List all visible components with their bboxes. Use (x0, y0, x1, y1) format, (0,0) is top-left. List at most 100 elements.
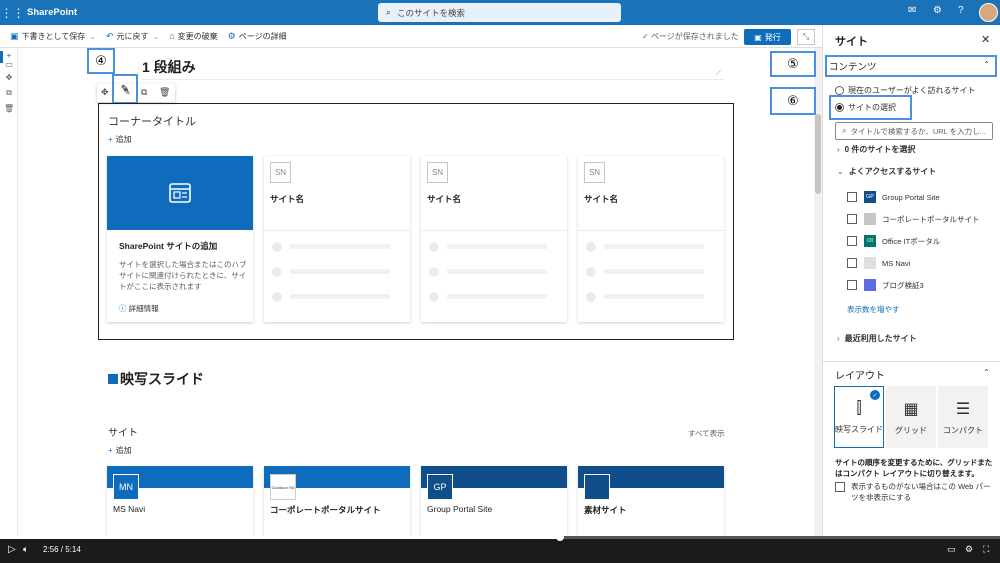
grid-icon: ▦ (903, 400, 919, 418)
corner-title[interactable]: コーナータイトル (108, 113, 196, 129)
publish-icon: ▣ (754, 32, 762, 42)
page-details-label: ページの詳細 (238, 31, 287, 41)
gear-icon[interactable]: ⚙ (933, 5, 942, 16)
left-toolbar: + ▭ ✥ ⧉ 🗑 (0, 48, 18, 538)
slide-site-card[interactable]: Goodsun HD コーポレートポータルサイト (264, 466, 410, 538)
more-info-label: 詳細情報 (128, 304, 159, 313)
volume-icon[interactable]: 🔈︎ (23, 544, 28, 555)
selected-sites-group[interactable]: › 0 件のサイトを選択 (837, 144, 915, 155)
site-checkbox[interactable] (847, 258, 857, 268)
filmstrip-icon: ⫿ (856, 399, 862, 417)
hide-checkbox[interactable] (835, 482, 845, 492)
show-more-link[interactable]: 表示数を増やす (847, 304, 900, 315)
canvas-scrollbar[interactable] (814, 48, 822, 538)
duplicate-icon[interactable]: ⧉ (141, 87, 147, 98)
site-badge: MN (113, 474, 139, 500)
plus-icon: + (108, 135, 113, 144)
scroll-thumb[interactable] (815, 114, 821, 194)
see-all-link[interactable]: すべて表示 (688, 428, 725, 439)
selected-count: 0 件のサイトを選択 (844, 145, 916, 154)
layout-grid-option[interactable]: ▦ グリッド (886, 386, 936, 448)
video-progress[interactable] (0, 533, 1000, 541)
publish-button[interactable]: ▣ 発行 (744, 29, 791, 45)
move-icon[interactable]: ✥ (4, 73, 14, 83)
site-option-label: MS Navi (882, 258, 911, 268)
add-label: 追加 (115, 135, 132, 144)
site-logo: Goodsun HD (270, 474, 296, 500)
resize-handle-icon[interactable]: ⟋ (716, 70, 721, 78)
saved-status: ✓ ページが保存されました (642, 32, 739, 41)
slide-site-card[interactable]: 素材サイト (578, 466, 724, 538)
video-progress-knob[interactable] (556, 533, 564, 541)
add-site-link[interactable]: + 追加 (108, 134, 132, 145)
site-option[interactable]: GP Group Portal Site (847, 191, 940, 203)
layout-compact-option[interactable]: ☰ コンパクト (938, 386, 988, 448)
site-checkbox[interactable] (847, 280, 857, 290)
site-checkbox[interactable] (847, 192, 857, 202)
site-option[interactable]: コーポレートポータルサイト (847, 213, 980, 225)
heading-square-icon (108, 374, 118, 384)
app-name[interactable]: SharePoint (27, 7, 77, 18)
page-details-button[interactable]: ⚙ ページの詳細 (228, 31, 287, 42)
site-search-input[interactable]: ⌕ タイトルで検索するか、URL を入力し... (835, 122, 993, 140)
waffle-icon[interactable]: ⋮⋮ (0, 0, 25, 25)
site-badge (584, 474, 610, 500)
avatar[interactable] (979, 3, 998, 22)
help-icon[interactable]: ? (958, 5, 964, 16)
slide-site-name: Group Portal Site (427, 504, 493, 514)
close-icon[interactable]: ✕ (981, 33, 990, 46)
site-badge: GP (427, 474, 453, 500)
settings-icon[interactable]: ⚙ (965, 544, 973, 555)
fullscreen-icon[interactable]: ⛶ (983, 544, 989, 555)
site-option[interactable]: MS Navi (847, 257, 910, 269)
card-divider (264, 230, 410, 231)
placeholder-site-card: SN サイト名 (421, 156, 567, 322)
captions-icon[interactable]: ▭ (947, 544, 956, 555)
search-box[interactable]: ⌕ このサイトを検索 (378, 3, 621, 22)
placeholder-row (586, 291, 704, 302)
site-search-placeholder: タイトルで検索するか、URL を入力し... (850, 126, 986, 136)
comment-icon[interactable]: ▭ (4, 60, 14, 70)
layout-option-label: 映写スライド (835, 424, 883, 434)
chevron-up-icon[interactable]: ⌃ (983, 368, 990, 377)
recent-sites-group[interactable]: › 最近利用したサイト (837, 333, 917, 344)
discard-button[interactable]: ⌂ 変更の破棄 (169, 31, 217, 42)
page-title[interactable]: 1 段組み (142, 57, 196, 77)
save-draft-button[interactable]: ▣ 下書きとして保存 ⌄ (10, 31, 96, 42)
callout-4: ④ (87, 48, 115, 74)
current-time: 2:56 (43, 545, 59, 554)
filmstrip-heading[interactable]: 映写スライド (108, 369, 204, 389)
megaphone-icon[interactable]: ✉ (908, 5, 916, 16)
content-section-header[interactable]: コンテンツ ⌃ (825, 55, 997, 77)
slide-site-card[interactable]: MN MS Navi (107, 466, 253, 538)
collapse-icon[interactable]: ⤡ (797, 29, 815, 45)
delete-icon[interactable]: 🗑 (159, 87, 170, 98)
delete-icon[interactable]: 🗑 (4, 104, 14, 114)
site-option[interactable]: OI Office ITポータル (847, 235, 940, 247)
layout-section-header[interactable]: レイアウト (835, 367, 885, 382)
undo-button[interactable]: ↶ 元に戻す ⌄ (106, 31, 159, 42)
layout-option-label: コンパクト (943, 425, 983, 435)
placeholder-row (272, 266, 390, 277)
more-info-link[interactable]: ⓘ 詳細情報 (119, 303, 159, 314)
sites-webpart-title[interactable]: サイト (108, 424, 138, 439)
hide-when-empty-option[interactable]: 表示するものがない場合はこの Web パーツを非表示にする (835, 481, 995, 503)
slide-site-card[interactable]: GP Group Portal Site (421, 466, 567, 538)
play-icon[interactable]: ▷ (8, 544, 16, 555)
move-icon[interactable]: ✥ (101, 87, 109, 98)
dropdown-chevron-icon[interactable]: ⌄ (89, 32, 96, 41)
site-checkbox[interactable] (847, 236, 857, 246)
layout-filmstrip-option[interactable]: ✓ ⫿ 映写スライド (834, 386, 884, 448)
edit-pencil-icon[interactable]: ✎ (121, 84, 129, 95)
add-site-link[interactable]: + 追加 (108, 445, 132, 456)
frequent-sites-group[interactable]: ⌄ よくアクセスするサイト (837, 166, 936, 177)
duplicate-icon[interactable]: ⧉ (4, 88, 14, 98)
add-site-card[interactable]: SharePoint サイトの追加 サイトを選択した場合またはこのハブ サイトに… (107, 156, 253, 322)
site-option[interactable]: ブログ検証3 (847, 279, 924, 291)
dropdown-chevron-icon[interactable]: ⌄ (153, 32, 160, 41)
search-placeholder: このサイトを検索 (397, 7, 466, 18)
save-icon: ▣ (10, 30, 19, 41)
chevron-down-icon: ⌄ (837, 167, 844, 176)
undo-icon: ↶ (105, 30, 114, 41)
site-checkbox[interactable] (847, 214, 857, 224)
